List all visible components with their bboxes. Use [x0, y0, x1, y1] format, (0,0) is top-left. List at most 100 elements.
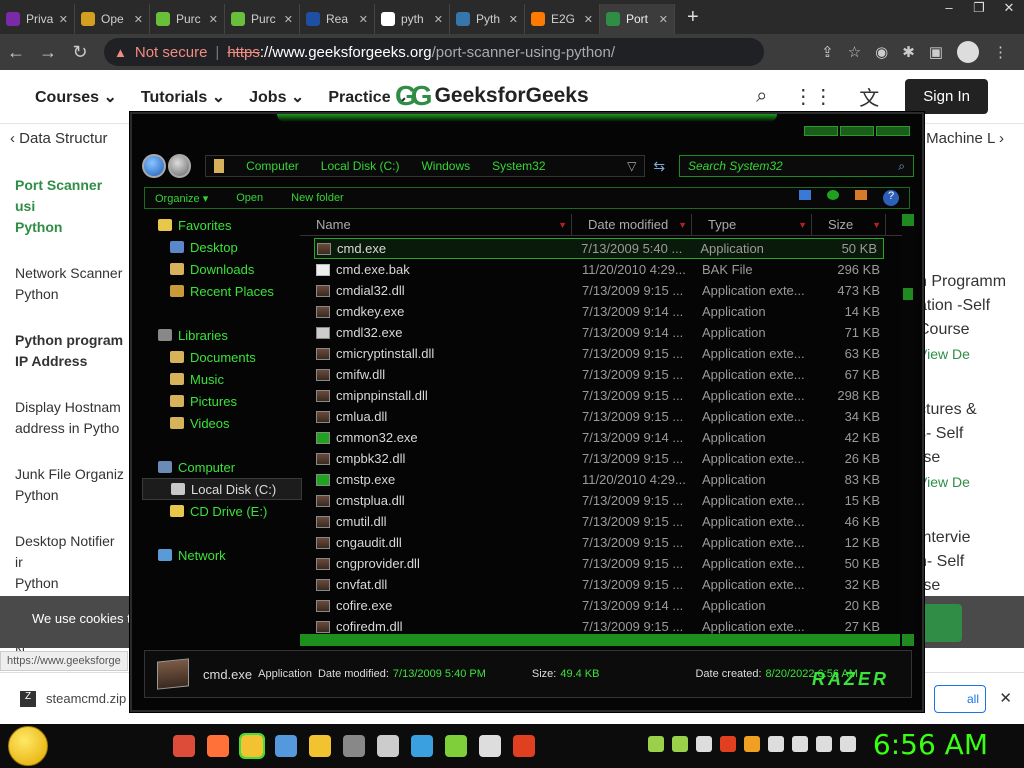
browser-tab[interactable]: Purc ✕ — [225, 4, 300, 34]
cookie-accept-button[interactable] — [922, 604, 962, 642]
nav-local-disk[interactable]: Local Disk (C:) — [142, 478, 302, 500]
explorer-close-button[interactable] — [876, 126, 910, 136]
back-icon[interactable]: ← — [0, 42, 32, 63]
file-row[interactable]: cofire.exe 7/13/2009 9:14 ... Application 2… — [300, 595, 914, 616]
file-row[interactable]: cmmon32.exe 7/13/2009 9:14 ... Application… — [300, 427, 914, 448]
sidebar-article-link[interactable]: Python program IP Address — [15, 330, 125, 372]
explorer-maximize-button[interactable] — [840, 126, 874, 136]
scroll-up-arrow[interactable] — [902, 214, 914, 226]
sidebar-article-link[interactable]: Desktop Notifier ir Python — [15, 531, 125, 594]
tray-icon[interactable] — [792, 736, 808, 752]
nav-music[interactable]: Music — [142, 368, 302, 390]
browser-tab[interactable]: Port ✕ — [600, 4, 675, 34]
close-icon[interactable]: ✕ — [994, 0, 1024, 20]
vertical-scrollbar[interactable] — [902, 214, 914, 646]
browser-tab[interactable]: Ope ✕ — [75, 4, 150, 34]
tray-icon[interactable] — [672, 736, 688, 752]
explorer-back-icon[interactable] — [142, 154, 166, 178]
file-row[interactable]: cmipnpinstall.dll 7/13/2009 9:15 ... Appli… — [300, 385, 914, 406]
network-icon[interactable] — [816, 736, 832, 752]
breadcrumb-right[interactable]: Machine L › — [926, 130, 1004, 147]
explorer-forward-icon[interactable] — [167, 154, 192, 178]
close-download-bar-icon[interactable]: ✕ — [999, 689, 1012, 707]
file-row[interactable]: cmstplua.dll 7/13/2009 9:15 ... Applicatio… — [300, 490, 914, 511]
tab-close-icon[interactable]: ✕ — [134, 13, 143, 26]
tab-close-icon[interactable]: ✕ — [359, 13, 368, 26]
breadcrumb-left[interactable]: ‹ Data Structur — [10, 130, 108, 147]
breadcrumb-segment[interactable]: System32 — [492, 159, 545, 173]
apps-grid-icon[interactable]: ⋮⋮ — [793, 84, 833, 109]
nav-videos[interactable]: Videos — [142, 412, 302, 434]
browser-tab[interactable]: Priva ✕ — [0, 4, 75, 34]
file-row[interactable]: cnvfat.dll 7/13/2009 9:15 ... Application … — [300, 574, 914, 595]
taskbar-clock[interactable]: 6:56 AM — [873, 728, 988, 761]
file-row[interactable]: cngprovider.dll 7/13/2009 9:15 ... Applica… — [300, 553, 914, 574]
tray-icon[interactable] — [768, 736, 784, 752]
explorer-breadcrumb[interactable]: Computer Local Disk (C:) Windows System32 ▽ — [205, 155, 646, 177]
file-row[interactable]: cmdkey.exe 7/13/2009 9:14 ... Application 1… — [300, 301, 914, 322]
address-dropdown-icon[interactable]: ▽ — [627, 159, 636, 173]
flag-icon[interactable]: ◉ — [875, 43, 888, 61]
nav-computer[interactable]: Computer — [142, 456, 302, 478]
tab-close-icon[interactable]: ✕ — [584, 13, 593, 26]
nav-libraries[interactable]: Libraries — [142, 324, 302, 346]
view-details-link[interactable]: View De — [918, 342, 1024, 366]
breadcrumb-segment[interactable]: Computer — [246, 159, 299, 173]
view-icon[interactable] — [799, 190, 811, 200]
file-row[interactable]: cmifw.dll 7/13/2009 9:15 ... Application e… — [300, 364, 914, 385]
new-tab-button[interactable]: + — [687, 6, 699, 29]
nav-pictures[interactable]: Pictures — [142, 390, 302, 412]
nav-downloads[interactable]: Downloads — [142, 258, 302, 280]
sidebar-article-link[interactable]: Port Scanner usi Python — [15, 175, 125, 238]
browser-tab[interactable]: Pyth ✕ — [450, 4, 525, 34]
share-icon[interactable]: ⇪ — [821, 43, 834, 61]
tab-close-icon[interactable]: ✕ — [659, 13, 668, 26]
tab-close-icon[interactable]: ✕ — [209, 13, 218, 26]
file-row[interactable]: cmpbk32.dll 7/13/2009 9:15 ... Application… — [300, 448, 914, 469]
nav-favorites[interactable]: Favorites — [142, 214, 302, 236]
preview-pane-icon[interactable] — [855, 190, 867, 200]
file-row[interactable]: cmstp.exe 11/20/2010 4:29... Application 83… — [300, 469, 914, 490]
search-icon[interactable]: ⌕ — [756, 85, 767, 108]
breadcrumb-segment[interactable]: Local Disk (C:) — [321, 159, 400, 173]
column-date[interactable]: Date modified ▼ — [572, 213, 692, 236]
site-nav-item[interactable]: Courses ⌄ — [35, 87, 117, 107]
address-bar[interactable]: ▲ Not secure | https://www.geeksforgeeks… — [104, 38, 764, 66]
horizontal-scrollbar[interactable] — [300, 634, 900, 646]
browser-tab[interactable]: pyth ✕ — [375, 4, 450, 34]
nav-documents[interactable]: Documents — [142, 346, 302, 368]
nav-network[interactable]: Network — [142, 544, 302, 566]
new-folder-button[interactable]: New folder — [291, 192, 344, 204]
translate-icon[interactable]: 文 — [859, 82, 879, 111]
nav-recent-places[interactable]: Recent Places — [142, 280, 302, 302]
browser-tab[interactable]: Rea ✕ — [300, 4, 375, 34]
breadcrumb-segment[interactable]: Windows — [421, 159, 470, 173]
extensions-icon[interactable]: ✱ — [902, 43, 915, 61]
column-name[interactable]: Name ▼ — [300, 213, 572, 236]
tray-icon[interactable] — [696, 736, 712, 752]
download-file-name[interactable]: steamcmd.zip — [46, 691, 126, 706]
profile-avatar[interactable] — [957, 41, 979, 63]
open-button[interactable]: Open — [236, 192, 263, 204]
sidebar-article-link[interactable]: Junk File Organiz Python — [15, 464, 125, 506]
nav-cd-drive[interactable]: CD Drive (E:) — [142, 500, 302, 522]
file-row[interactable]: cngaudit.dll 7/13/2009 9:15 ... Applicatio… — [300, 532, 914, 553]
browser-tab[interactable]: Purc ✕ — [150, 4, 225, 34]
taskbar-app-icon[interactable] — [173, 735, 195, 757]
taskbar-app-icon[interactable] — [513, 735, 535, 757]
menu-icon[interactable]: ⋮ — [993, 43, 1008, 61]
bookmark-star-icon[interactable]: ☆ — [848, 43, 861, 61]
refresh-icon[interactable]: ⇆ — [653, 158, 673, 175]
taskbar-app-icon[interactable] — [377, 735, 399, 757]
taskbar-app-icon[interactable] — [343, 735, 365, 757]
sidebar-article-link[interactable]: Network Scanner Python — [15, 263, 125, 305]
explorer-search-input[interactable]: Search System32 ⌕ — [678, 155, 914, 177]
column-size[interactable]: Size ▼ — [812, 213, 886, 236]
nav-desktop[interactable]: Desktop — [142, 236, 302, 258]
site-logo[interactable]: GG GeeksforGeeks — [395, 80, 589, 112]
column-dropdown-icon[interactable]: ▼ — [678, 214, 687, 236]
view-dot-icon[interactable] — [827, 190, 839, 200]
minimize-icon[interactable]: – — [934, 0, 964, 20]
file-row[interactable]: cmlua.dll 7/13/2009 9:15 ... Application e… — [300, 406, 914, 427]
taskbar-app-icon[interactable] — [275, 735, 297, 757]
